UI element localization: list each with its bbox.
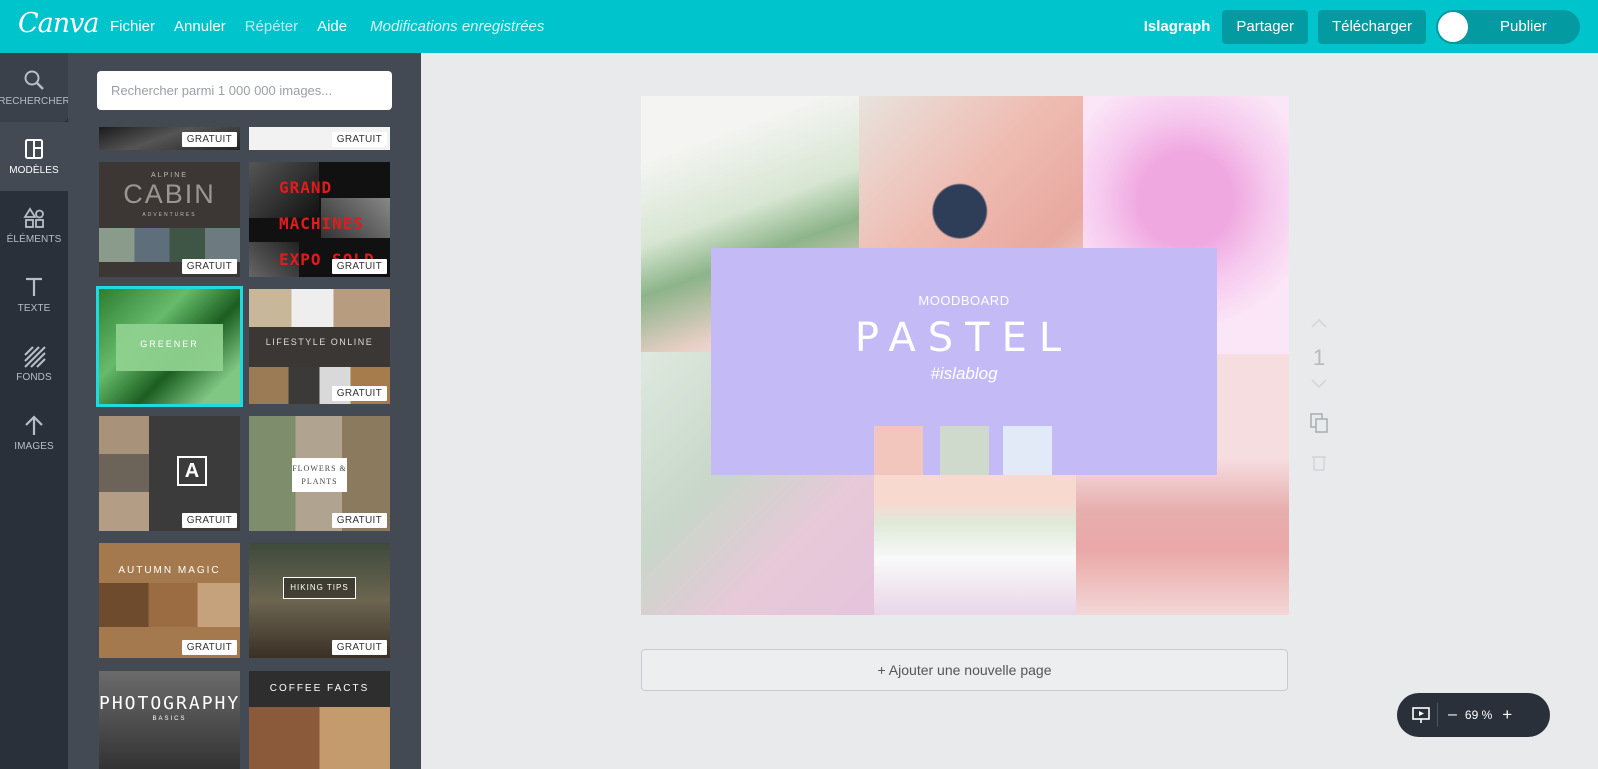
template-thumbnail[interactable]: LIFESTYLE ONLINE GRATUIT: [249, 289, 390, 404]
template-title: COFFEE FACTS: [269, 683, 370, 694]
zoom-control: – 69 % +: [1397, 693, 1550, 737]
top-bar: Canva Fichier Annuler Répéter Aide Modif…: [0, 0, 1598, 53]
rail-elements[interactable]: ÉLÉMENTS: [0, 191, 68, 260]
template-thumbnail[interactable]: GRATUIT: [99, 127, 240, 150]
search-icon: [24, 70, 44, 90]
image-search-input[interactable]: [97, 71, 392, 110]
template-photo-strip: [99, 583, 240, 627]
template-sub: BASICS: [152, 716, 187, 722]
rail-templates[interactable]: MODÈLES: [0, 122, 68, 191]
free-badge: GRATUIT: [331, 640, 387, 655]
duplicate-page-icon[interactable]: [1308, 410, 1330, 436]
free-badge: GRATUIT: [331, 386, 387, 401]
toggle-knob: [1438, 11, 1468, 42]
zoom-divider: [1437, 703, 1438, 727]
menu-help[interactable]: Aide: [317, 18, 347, 35]
page-down-icon[interactable]: [1308, 377, 1330, 391]
design-title[interactable]: PASTEL: [711, 315, 1217, 361]
hashtag-text[interactable]: #islablog: [711, 364, 1217, 384]
save-status: Modifications enregistrées: [370, 18, 545, 35]
templates-panel: GRATUIT GRATUIT ALPINE CABIN ADVENTURES …: [68, 53, 421, 769]
background-icon: [24, 346, 46, 368]
team-name[interactable]: Islagraph: [1144, 18, 1211, 35]
free-badge: GRATUIT: [181, 259, 237, 274]
template-title: CABIN: [123, 179, 216, 209]
rail-text[interactable]: TEXTE: [0, 260, 68, 329]
template-title: FLOWERS & PLANTS: [292, 458, 347, 492]
zoom-out-icon[interactable]: –: [1448, 706, 1457, 724]
present-icon[interactable]: [1411, 705, 1431, 725]
template-thumbnail[interactable]: AUTUMN MAGIC GRATUIT: [99, 543, 240, 658]
template-title: LIFESTYLE ONLINE: [265, 337, 374, 347]
template-title: GREENER: [140, 339, 199, 349]
template-title: HIKING TIPS: [283, 577, 356, 599]
menu-file[interactable]: Fichier: [110, 18, 155, 35]
template-photo-strip: [249, 289, 390, 327]
template-title: AUTUMN MAGIC: [118, 565, 221, 576]
add-page-button[interactable]: + Ajouter une nouvelle page: [641, 649, 1288, 691]
templates-icon: [25, 139, 43, 159]
template-thumbnail[interactable]: FLOWERS & PLANTS GRATUIT: [249, 416, 390, 531]
template-thumbnail[interactable]: ALPINE CABIN ADVENTURES GRATUIT: [99, 162, 240, 277]
shapes-icon: [23, 207, 44, 228]
template-photo-strip: [99, 228, 240, 262]
left-rail: RECHERCHER MODÈLES ÉLÉMENTS TEXTE FONDS …: [0, 53, 70, 769]
template-photo-strip: [249, 707, 390, 769]
template-title: PHOTOGRAPHY: [99, 693, 240, 714]
canva-logo[interactable]: Canva: [18, 8, 99, 39]
template-thumbnail[interactable]: HIKING TIPS GRATUIT: [249, 543, 390, 658]
delete-page-icon[interactable]: [1308, 451, 1330, 473]
template-thumbnail[interactable]: GRAND MACHINES EXPO SOLD GRATUIT: [249, 162, 390, 277]
template-photo-strip: [99, 416, 149, 531]
design-page[interactable]: MOODBOARD PASTEL #islablog: [641, 96, 1289, 615]
rail-label: MODÈLES: [9, 165, 59, 176]
publish-toggle[interactable]: Publier: [1436, 9, 1580, 44]
upload-icon: [25, 415, 43, 435]
page-controls: 1: [1308, 316, 1330, 478]
free-badge: GRATUIT: [331, 132, 387, 147]
template-title: A: [177, 456, 207, 486]
free-badge: GRATUIT: [181, 640, 237, 655]
zoom-in-icon[interactable]: +: [1502, 705, 1512, 725]
template-thumbnail[interactable]: PHOTOGRAPHY BASICS: [99, 671, 240, 769]
rail-label: FONDS: [16, 372, 52, 383]
menu-undo[interactable]: Annuler: [174, 18, 226, 35]
text-icon: [26, 277, 42, 296]
menu-redo[interactable]: Répéter: [245, 18, 298, 35]
template-thumbnail[interactable]: GRATUIT: [249, 127, 390, 150]
paint-swatch-photo[interactable]: [874, 474, 1076, 615]
rail-label: RECHERCHER: [0, 96, 70, 107]
template-sub: ADVENTURES: [142, 212, 197, 218]
template-thumbnail[interactable]: A GRATUIT: [99, 416, 240, 531]
free-badge: GRATUIT: [331, 513, 387, 528]
free-badge: GRATUIT: [181, 132, 237, 147]
free-badge: GRATUIT: [181, 513, 237, 528]
zoom-level: 69 %: [1464, 708, 1493, 722]
rail-label: ÉLÉMENTS: [6, 234, 62, 245]
color-swatch-blue[interactable]: [1003, 426, 1052, 475]
template-thumbnail[interactable]: COFFEE FACTS: [249, 671, 390, 769]
share-button[interactable]: Partager: [1222, 9, 1308, 44]
menu-bar: Fichier Annuler Répéter Aide Modificatio…: [110, 0, 563, 53]
rail-search[interactable]: RECHERCHER: [0, 53, 70, 122]
moodboard-subtitle[interactable]: MOODBOARD: [711, 293, 1217, 308]
page-number: 1: [1312, 345, 1326, 370]
page-up-icon[interactable]: [1308, 316, 1330, 330]
rail-label: TEXTE: [17, 303, 51, 314]
top-actions: Islagraph Partager Télécharger Publier: [1144, 0, 1598, 53]
color-swatch-peach[interactable]: [874, 426, 923, 475]
rail-backgrounds[interactable]: FONDS: [0, 329, 68, 398]
rail-label: IMAGES: [14, 441, 54, 452]
template-thumbnail-selected[interactable]: GREENER: [99, 289, 240, 404]
text-overlay-box[interactable]: MOODBOARD PASTEL #islablog: [711, 248, 1217, 475]
rail-images[interactable]: IMAGES: [0, 398, 68, 467]
template-kicker: ALPINE: [151, 172, 188, 179]
publish-label: Publier: [1500, 18, 1547, 35]
free-badge: GRATUIT: [331, 259, 387, 274]
color-swatch-sage[interactable]: [940, 426, 989, 475]
download-button[interactable]: Télécharger: [1317, 9, 1426, 44]
